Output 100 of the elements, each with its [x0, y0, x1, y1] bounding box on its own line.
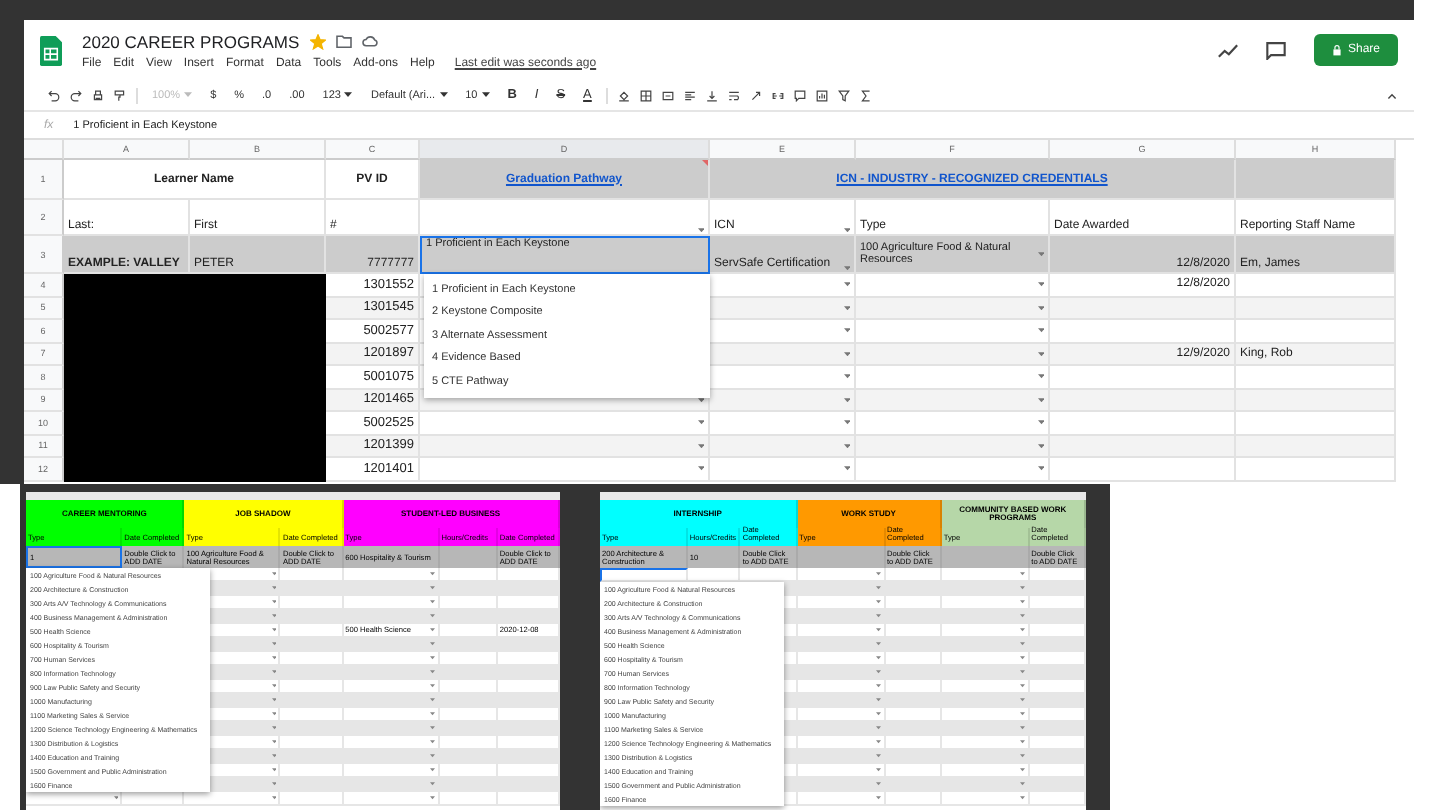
dropdown-arrow-icon	[430, 670, 436, 674]
dropdown-arrow-icon	[271, 614, 277, 618]
caret-icon	[439, 92, 448, 98]
sum-icon[interactable]	[859, 89, 872, 101]
dropdown-arrow-icon	[271, 768, 277, 772]
dropdown-cell[interactable]	[856, 343, 1050, 366]
dropdown-arrow-icon	[876, 586, 881, 590]
dropdown-arrow-icon	[271, 600, 277, 604]
dropdown-cell[interactable]	[797, 792, 885, 806]
dropdown-cell[interactable]	[710, 458, 856, 481]
dropdown-arrow-icon	[1037, 466, 1044, 471]
select-all-corner[interactable]	[24, 140, 64, 160]
dropdown-arrow-icon	[876, 600, 881, 604]
paint-format-icon[interactable]	[114, 89, 126, 101]
dropdown-arrow-icon	[271, 572, 277, 576]
dropdown-arrow-icon	[430, 768, 436, 772]
dropdown-arrow-icon	[1020, 768, 1026, 772]
dropdown-cell[interactable]	[856, 389, 1050, 412]
merge-icon[interactable]	[661, 89, 674, 101]
document-title[interactable]: 2020 CAREER PROGRAMS	[82, 31, 300, 51]
dropdown-arrow-icon	[843, 374, 850, 379]
collapse-icon[interactable]	[1386, 89, 1398, 101]
dropdown-cell[interactable]	[420, 435, 710, 458]
dropdown-arrow-icon	[843, 305, 850, 310]
input-field[interactable]	[600, 568, 688, 582]
dropdown-cell[interactable]	[710, 343, 856, 366]
dropdown-arrow-icon	[1020, 796, 1026, 800]
dropdown-arrow-icon	[697, 397, 704, 402]
dropdown-cell[interactable]	[710, 297, 856, 320]
dropdown-arrow-icon	[876, 796, 881, 800]
folder-icon[interactable]	[335, 34, 352, 48]
dropdown-arrow-icon	[1020, 782, 1026, 786]
dropdown-arrow-icon	[1037, 328, 1044, 333]
dropdown-arrow-icon	[430, 796, 436, 800]
filter-icon[interactable]	[837, 89, 850, 101]
dropdown-arrow-icon	[1020, 614, 1026, 618]
rotate-icon[interactable]	[749, 89, 762, 101]
table-cell	[941, 546, 1030, 568]
wrap-icon[interactable]	[727, 89, 740, 101]
add-comment-icon[interactable]	[793, 89, 806, 101]
dropdown-arrow-icon	[1037, 374, 1044, 379]
borders-icon[interactable]	[639, 89, 652, 101]
dropdown-cell[interactable]	[420, 458, 710, 481]
dropdown-cell[interactable]	[343, 792, 440, 806]
cloud-icon[interactable]	[361, 34, 378, 48]
caret-icon	[184, 92, 193, 98]
dropdown-arrow-icon	[1020, 670, 1026, 674]
dropdown-arrow-icon	[271, 740, 277, 744]
dropdown-arrow-icon	[430, 726, 436, 730]
align-bottom-icon[interactable]	[705, 89, 718, 101]
dropdown-arrow-icon	[1037, 251, 1044, 257]
dropdown-arrow-icon	[1020, 712, 1026, 716]
dropdown-arrow-icon	[1020, 642, 1026, 646]
dropdown-arrow-icon	[697, 443, 704, 448]
dropdown-arrow-icon	[876, 656, 881, 660]
trend-icon[interactable]	[1217, 41, 1238, 59]
dropdown-arrow-icon	[271, 670, 277, 674]
sheets-logo[interactable]	[40, 35, 62, 65]
dropdown-arrow-icon	[876, 726, 881, 730]
dropdown-cell[interactable]	[856, 297, 1050, 320]
dropdown-cell[interactable]	[941, 792, 1030, 806]
caret-icon	[344, 92, 353, 98]
dropdown-cell[interactable]	[710, 389, 856, 412]
undo-icon[interactable]	[48, 89, 60, 101]
dropdown-arrow-icon	[271, 726, 277, 730]
star-icon[interactable]	[309, 33, 326, 49]
dropdown-arrow-icon	[843, 443, 850, 448]
dropdown-arrow-icon	[843, 466, 850, 471]
redo-icon[interactable]	[70, 89, 82, 101]
dropdown-arrow-icon	[1037, 443, 1044, 448]
dropdown-arrow-icon	[271, 628, 277, 632]
dropdown-arrow-icon	[1020, 754, 1026, 758]
link-icon[interactable]	[771, 89, 784, 101]
dropdown-arrow-icon	[876, 684, 881, 688]
dropdown-arrow-icon	[1037, 351, 1044, 356]
fill-color-icon[interactable]	[617, 89, 630, 101]
dropdown-arrow-icon	[430, 782, 436, 786]
dropdown-arrow-icon	[843, 397, 850, 402]
lock-icon	[1331, 44, 1342, 56]
dropdown-arrow-icon	[843, 420, 850, 425]
dropdown-cell[interactable]	[856, 458, 1050, 481]
dropdown-arrow-icon	[271, 796, 277, 800]
dropdown-arrow-icon	[430, 614, 436, 618]
dropdown-arrow-icon	[876, 782, 881, 786]
dropdown-arrow-icon	[430, 586, 436, 590]
dropdown-arrow-icon	[876, 572, 881, 576]
dropdown-arrow-icon	[1020, 600, 1026, 604]
dropdown-cell[interactable]	[856, 435, 1050, 458]
dropdown-arrow-icon	[697, 420, 704, 425]
dropdown-arrow-icon	[876, 670, 881, 674]
align-left-icon[interactable]	[683, 89, 696, 101]
dropdown-arrow-icon	[1037, 397, 1044, 402]
dropdown-arrow-icon	[271, 586, 277, 590]
dropdown-arrow-icon	[876, 628, 881, 632]
dropdown-cell[interactable]	[710, 435, 856, 458]
dropdown-arrow-icon	[697, 227, 704, 232]
comment-icon[interactable]	[1265, 41, 1286, 59]
print-icon[interactable]	[92, 89, 104, 101]
chart-icon[interactable]	[815, 89, 828, 101]
dropdown-arrow-icon	[430, 628, 436, 632]
